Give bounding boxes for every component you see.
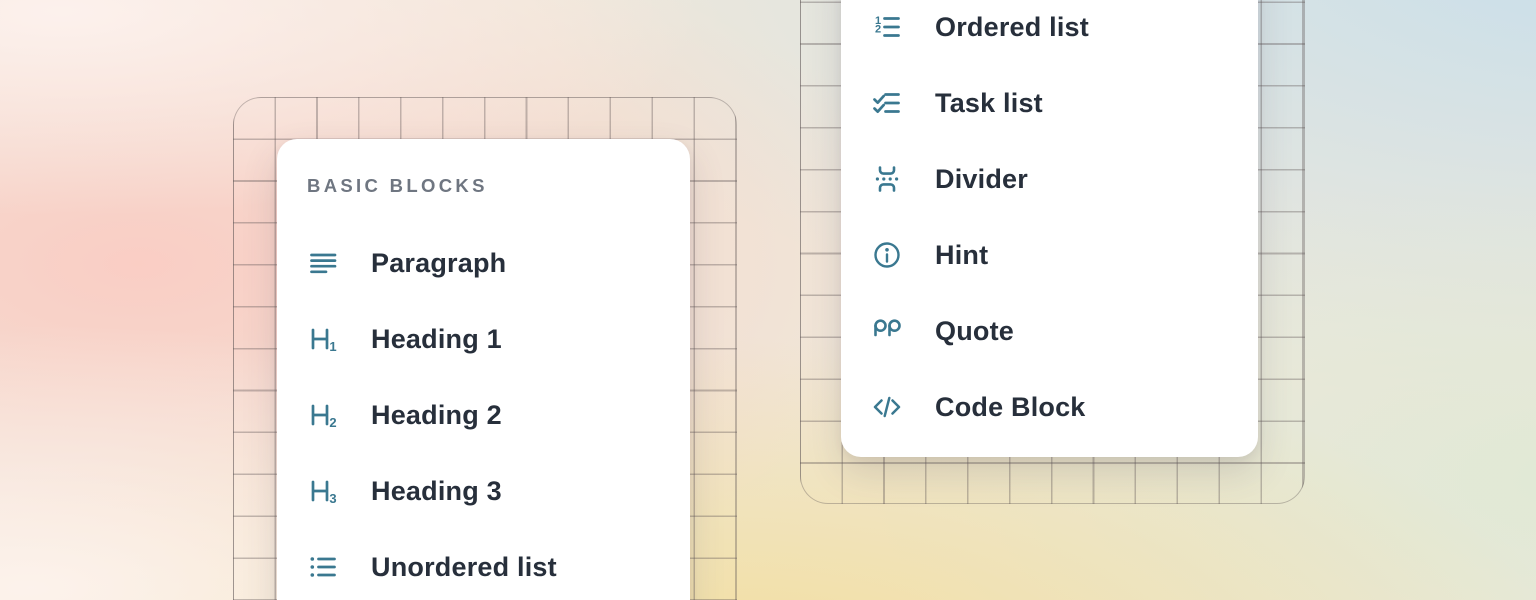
menu-item-label: Code Block [935, 392, 1086, 423]
hero-background: BASIC BLOCKS Paragraph 1 Heading 1 [0, 0, 1536, 600]
menu-item-label: Task list [935, 88, 1043, 119]
menu-item-code-block[interactable]: Code Block [841, 369, 1258, 445]
paragraph-icon [307, 247, 339, 279]
svg-text:1: 1 [329, 339, 336, 354]
menu-item-divider[interactable]: Divider [841, 141, 1258, 217]
heading-2-icon: 2 [307, 399, 339, 431]
basic-blocks-item-list: Paragraph 1 Heading 1 2 [277, 225, 690, 600]
menu-item-heading-3[interactable]: 3 Heading 3 [277, 453, 690, 529]
menu-item-label: Heading 3 [371, 476, 502, 507]
menu-item-heading-2[interactable]: 2 Heading 2 [277, 377, 690, 453]
section-title: BASIC BLOCKS [307, 175, 660, 197]
unordered-list-icon [307, 551, 339, 583]
menu-item-paragraph[interactable]: Paragraph [277, 225, 690, 301]
svg-text:2: 2 [329, 415, 336, 430]
menu-item-hint[interactable]: Hint [841, 217, 1258, 293]
menu-item-label: Unordered list [371, 552, 557, 583]
blocks-menu-card: 1 2 Ordered list Task list [841, 0, 1258, 457]
menu-item-ordered-list[interactable]: 1 2 Ordered list [841, 0, 1258, 65]
menu-item-label: Ordered list [935, 12, 1089, 43]
task-list-icon [871, 87, 903, 119]
menu-item-label: Divider [935, 164, 1028, 195]
menu-item-label: Quote [935, 316, 1014, 347]
code-block-icon [871, 391, 903, 423]
svg-text:3: 3 [329, 491, 336, 506]
menu-item-task-list[interactable]: Task list [841, 65, 1258, 141]
menu-item-label: Hint [935, 240, 988, 271]
menu-item-heading-1[interactable]: 1 Heading 1 [277, 301, 690, 377]
hint-icon [871, 239, 903, 271]
quote-icon [871, 315, 903, 347]
divider-icon [871, 163, 903, 195]
menu-item-unordered-list[interactable]: Unordered list [277, 529, 690, 600]
heading-1-icon: 1 [307, 323, 339, 355]
menu-item-label: Heading 2 [371, 400, 502, 431]
ordered-list-icon: 1 2 [871, 11, 903, 43]
basic-blocks-menu-card: BASIC BLOCKS Paragraph 1 Heading 1 [277, 139, 690, 600]
svg-text:2: 2 [875, 24, 881, 36]
menu-item-label: Paragraph [371, 248, 506, 279]
menu-item-quote[interactable]: Quote [841, 293, 1258, 369]
menu-item-label: Heading 1 [371, 324, 502, 355]
heading-3-icon: 3 [307, 475, 339, 507]
